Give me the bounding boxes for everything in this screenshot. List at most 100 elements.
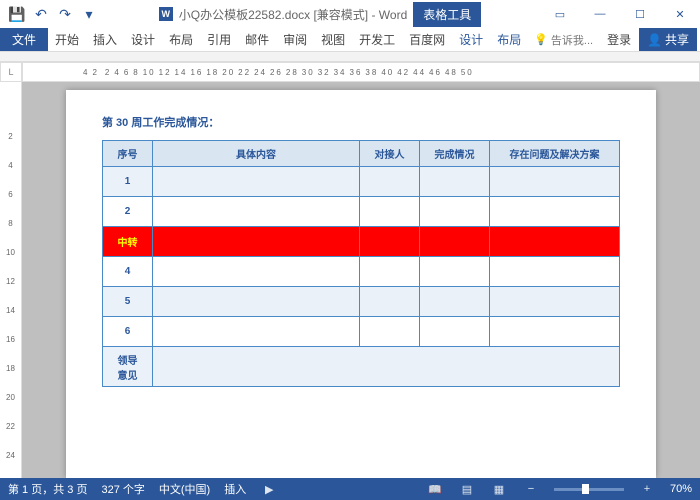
ruler-tick: 2: [105, 68, 111, 77]
tab-table-layout[interactable]: 布局: [490, 28, 528, 51]
ruler-tick: 18: [6, 364, 15, 373]
login-link[interactable]: 登录: [599, 31, 639, 48]
cell[interactable]: [153, 257, 360, 287]
tab-view[interactable]: 视图: [314, 28, 352, 51]
cell[interactable]: [420, 257, 490, 287]
cell[interactable]: [153, 347, 620, 387]
cell[interactable]: [490, 197, 620, 227]
save-icon[interactable]: 💾: [6, 3, 28, 25]
read-mode-icon[interactable]: 📖: [426, 483, 444, 496]
table-row[interactable]: 5: [103, 287, 620, 317]
tab-references[interactable]: 引用: [200, 28, 238, 51]
col-seq: 序号: [103, 141, 153, 167]
tab-layout[interactable]: 布局: [162, 28, 200, 51]
table-row[interactable]: 1: [103, 167, 620, 197]
ruler-tick: 10: [6, 248, 15, 257]
cell[interactable]: [153, 167, 360, 197]
cell[interactable]: [360, 197, 420, 227]
status-language[interactable]: 中文(中国): [159, 481, 210, 497]
cell[interactable]: [153, 197, 360, 227]
work-table[interactable]: 序号 具体内容 对接人 完成情况 存在问题及解决方案 12中转456领导 意见: [102, 140, 620, 387]
table-footer-row[interactable]: 领导 意见: [103, 347, 620, 387]
zoom-out-icon[interactable]: −: [522, 483, 540, 495]
ruler-tick: 14: [6, 306, 15, 315]
table-tools-label: 表格工具: [413, 2, 481, 27]
tab-baidu[interactable]: 百度网: [402, 28, 452, 51]
ruler-tick: 8: [8, 219, 12, 228]
redo-icon[interactable]: ↷: [54, 3, 76, 25]
ruler-tick: 2: [8, 132, 12, 141]
tell-me-search[interactable]: 💡告诉我...: [528, 32, 599, 48]
ruler-tick: 48: [445, 68, 458, 77]
ribbon-options-icon[interactable]: ▭: [540, 0, 580, 28]
status-macro-icon[interactable]: ▶: [260, 483, 278, 496]
cell[interactable]: [420, 227, 490, 257]
cell[interactable]: [420, 167, 490, 197]
status-page[interactable]: 第 1 页，共 3 页: [8, 481, 87, 497]
table-row[interactable]: 2: [103, 197, 620, 227]
cell[interactable]: [420, 287, 490, 317]
cell[interactable]: [490, 287, 620, 317]
cell-seq[interactable]: 2: [103, 197, 153, 227]
cell-leader-opinion[interactable]: 领导 意见: [103, 347, 153, 387]
ruler-tick: 32: [318, 68, 331, 77]
ruler-tick: 36: [350, 68, 363, 77]
tab-insert[interactable]: 插入: [86, 28, 124, 51]
cell[interactable]: [360, 257, 420, 287]
cell[interactable]: [420, 317, 490, 347]
tab-developer[interactable]: 开发工: [352, 28, 402, 51]
cell[interactable]: [360, 167, 420, 197]
tab-mailings[interactable]: 邮件: [238, 28, 276, 51]
qat-dropdown-icon[interactable]: ▾: [78, 3, 100, 25]
tab-home[interactable]: 开始: [48, 28, 86, 51]
ruler-tick: 42: [397, 68, 410, 77]
close-icon[interactable]: ✕: [660, 0, 700, 28]
document-area[interactable]: 第 30 周工作完成情况： 序号 具体内容 对接人 完成情况 存在问题及解决方案…: [22, 82, 700, 478]
cell[interactable]: [360, 287, 420, 317]
cell[interactable]: [490, 317, 620, 347]
web-layout-icon[interactable]: ▦: [490, 483, 508, 496]
ruler-tick: 16: [6, 335, 15, 344]
document-title: 小Q办公模板22582.docx [兼容模式] - Word: [179, 6, 408, 23]
cell-seq[interactable]: 1: [103, 167, 153, 197]
ruler-tick: 8: [133, 68, 139, 77]
ruler-tick: 22: [238, 68, 251, 77]
ruler-tick: 18: [206, 68, 219, 77]
cell[interactable]: [153, 287, 360, 317]
status-insert-mode[interactable]: 插入: [224, 481, 246, 497]
cell[interactable]: [360, 227, 420, 257]
maximize-icon[interactable]: ☐: [620, 0, 660, 28]
cell-seq[interactable]: 中转: [103, 227, 153, 257]
ruler-tick: 40: [381, 68, 394, 77]
cell[interactable]: [490, 227, 620, 257]
tab-review[interactable]: 审阅: [276, 28, 314, 51]
table-row[interactable]: 6: [103, 317, 620, 347]
table-row[interactable]: 中转: [103, 227, 620, 257]
cell[interactable]: [490, 257, 620, 287]
cell-seq[interactable]: 4: [103, 257, 153, 287]
cell[interactable]: [153, 317, 360, 347]
vertical-ruler[interactable]: 24681012141618202224: [0, 82, 22, 478]
file-tab[interactable]: 文件: [0, 28, 48, 51]
cell[interactable]: [153, 227, 360, 257]
cell[interactable]: [360, 317, 420, 347]
cell[interactable]: [490, 167, 620, 197]
undo-icon[interactable]: ↶: [30, 3, 52, 25]
minimize-icon[interactable]: —: [580, 0, 620, 28]
print-layout-icon[interactable]: ▤: [458, 483, 476, 496]
zoom-in-icon[interactable]: +: [638, 483, 656, 495]
tell-me-label: 告诉我...: [551, 32, 593, 48]
zoom-slider[interactable]: [554, 488, 624, 491]
cell-seq[interactable]: 5: [103, 287, 153, 317]
share-button[interactable]: 👤共享: [639, 28, 697, 51]
tab-table-design[interactable]: 设计: [452, 28, 490, 51]
table-row[interactable]: 4: [103, 257, 620, 287]
zoom-level[interactable]: 70%: [670, 483, 692, 495]
horizontal-ruler[interactable]: 4224681012141618202224262830323436384042…: [22, 62, 700, 82]
cell-seq[interactable]: 6: [103, 317, 153, 347]
status-word-count[interactable]: 327 个字: [101, 481, 144, 497]
cell[interactable]: [420, 197, 490, 227]
tab-design[interactable]: 设计: [124, 28, 162, 51]
ruler-tick: 20: [222, 68, 235, 77]
window-controls: ▭ — ☐ ✕: [540, 0, 700, 28]
